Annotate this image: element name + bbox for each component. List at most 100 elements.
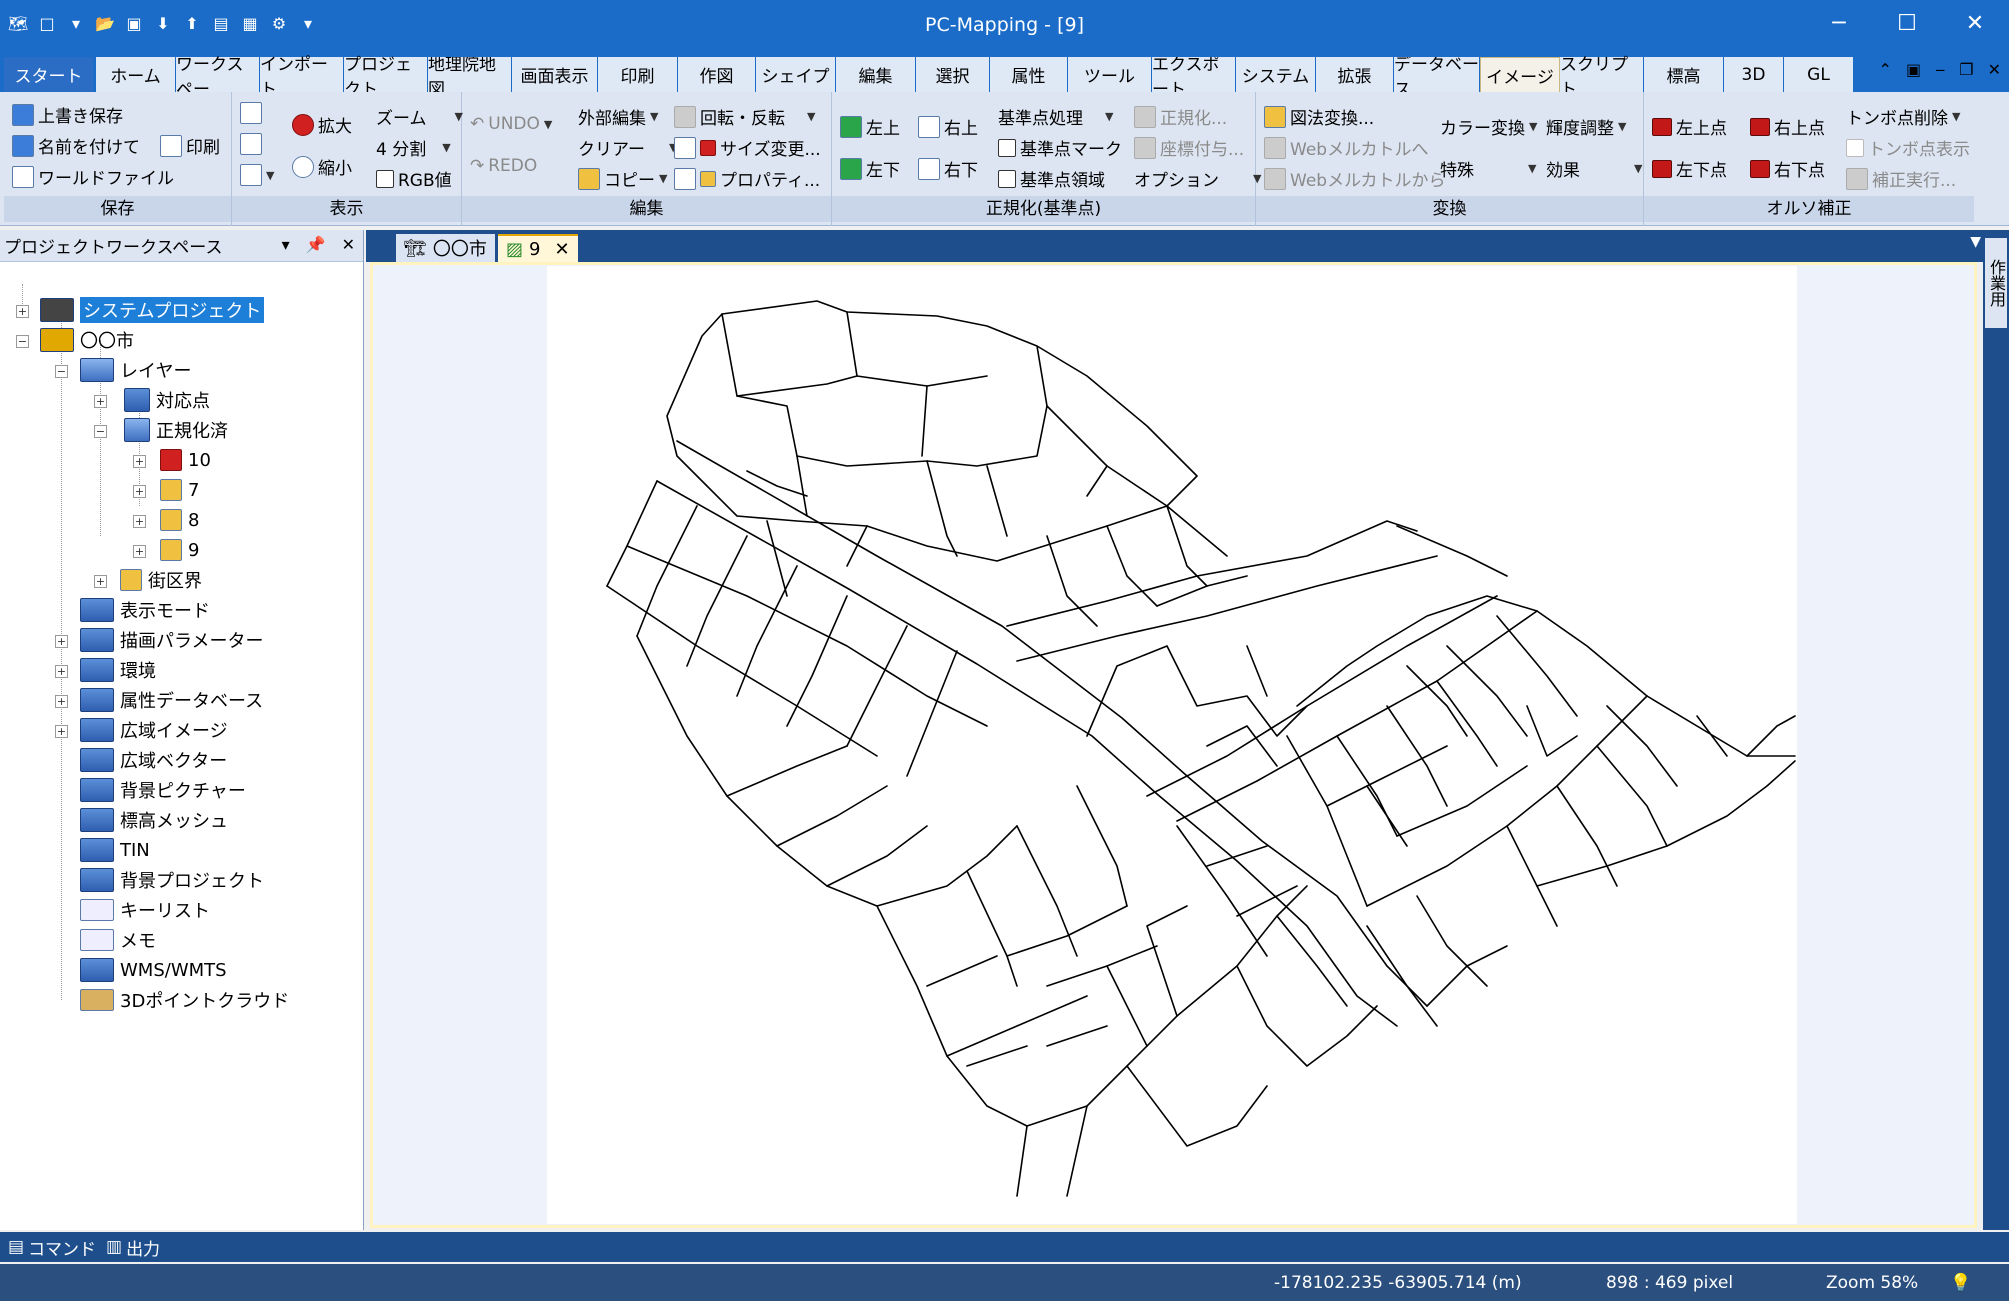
effect-dropdown[interactable]: 効果 ▼ xyxy=(1546,156,1642,181)
run-correction-button[interactable]: 補正実行... xyxy=(1846,166,1956,191)
panel-menu-icon[interactable]: ▾ xyxy=(282,235,290,254)
rotate-flip-dropdown[interactable]: 回転・反転 ▼ xyxy=(674,104,815,129)
bottom-left-button[interactable]: 左下 xyxy=(840,156,900,181)
tab-list-icon[interactable]: ▼ xyxy=(1970,234,1981,250)
overwrite-save-button[interactable]: 上書き保存 xyxy=(12,102,123,127)
tree-item-normalized[interactable]: 正規化済 xyxy=(124,416,228,444)
external-edit-dropdown[interactable]: 外部編集 ▼ xyxy=(578,104,658,129)
tree-item-environment[interactable]: 環境 xyxy=(80,656,156,684)
tree-item-system-project[interactable]: システムプロジェクト xyxy=(40,296,265,324)
tab-screen-display[interactable]: 画面表示 xyxy=(512,57,598,92)
tab-select[interactable]: 選択 xyxy=(916,57,990,92)
tab-import[interactable]: インポート xyxy=(260,55,344,100)
tree-item-correspondence[interactable]: 対応点 xyxy=(124,386,210,414)
bottom-right-button[interactable]: 右下 xyxy=(918,156,978,181)
tab-print[interactable]: 印刷 xyxy=(598,57,678,92)
copy-dropdown[interactable]: コピー ▼ xyxy=(578,166,667,191)
delete-tonbo-dropdown[interactable]: トンボ点削除 ▼ xyxy=(1846,104,1960,129)
tree-item-layer[interactable]: レイヤー xyxy=(80,356,191,384)
tab-elevation[interactable]: 標高 xyxy=(1644,57,1724,92)
work-area-tab[interactable]: 作業用 xyxy=(1985,238,2007,328)
world-file-button[interactable]: ワールドファイル xyxy=(12,164,174,189)
brightness-dropdown[interactable]: 輝度調整 ▼ xyxy=(1546,114,1626,139)
ref-mark-checkbox[interactable]: 基準点マーク xyxy=(998,135,1122,160)
tree-item-city[interactable]: 〇〇市 xyxy=(40,326,134,354)
tab-export[interactable]: エクスポート xyxy=(1152,57,1236,92)
pin-icon[interactable]: 📌 xyxy=(306,235,326,254)
tree-item-layer-7[interactable]: 7 xyxy=(160,476,199,504)
tab-command[interactable]: ▤ コマンド xyxy=(8,1234,96,1260)
from-web-mercator-button[interactable]: Webメルカトルから xyxy=(1264,166,1446,191)
tree-item-wms-wmts[interactable]: WMS/WMTS xyxy=(80,956,227,984)
help-icon[interactable]: ▣ xyxy=(1906,60,1921,79)
normalize-button[interactable]: 正規化... xyxy=(1134,104,1227,129)
top-left-button[interactable]: 左上 xyxy=(840,114,900,139)
doc-tab-9[interactable]: ▨ 9 ✕ xyxy=(498,234,578,262)
tab-output[interactable]: ▥ 出力 xyxy=(106,1234,160,1260)
view-menu-button[interactable]: ▼ xyxy=(240,164,274,186)
top-right-point-button[interactable]: 右上点 xyxy=(1750,114,1825,139)
zoom-out-button[interactable]: 縮小 xyxy=(292,154,352,179)
panel-close-icon[interactable]: ✕ xyxy=(342,235,355,254)
tree-item-memo[interactable]: メモ xyxy=(80,926,156,954)
bottom-left-point-button[interactable]: 左下点 xyxy=(1652,156,1727,181)
close-button[interactable]: ✕ xyxy=(1941,0,2009,46)
print-button[interactable]: 印刷 xyxy=(160,133,220,158)
doc-restore-icon[interactable]: ❐ xyxy=(1959,60,1973,79)
tree-item-elevation-mesh[interactable]: 標高メッシュ xyxy=(80,806,228,834)
tab-home[interactable]: ホーム xyxy=(96,57,176,92)
coord-assign-button[interactable]: 座標付与... xyxy=(1134,135,1244,160)
save-as-button[interactable]: 名前を付けて xyxy=(12,133,140,158)
tree-item-draw-params[interactable]: 描画パラメーター xyxy=(80,626,263,654)
collapse-ribbon-icon[interactable]: ⌃ xyxy=(1879,60,1892,79)
rgb-value-checkbox[interactable]: RGB値 xyxy=(376,166,452,191)
tree-item-key-list[interactable]: キーリスト xyxy=(80,896,210,924)
ref-area-checkbox[interactable]: 基準点領域 xyxy=(998,166,1105,191)
tab-close-icon[interactable]: ✕ xyxy=(554,239,569,260)
projection-button[interactable]: 図法変換... xyxy=(1264,104,1374,129)
tree-item-attribute-db[interactable]: 属性データベース xyxy=(80,686,263,714)
top-left-point-button[interactable]: 左上点 xyxy=(1652,114,1727,139)
color-convert-dropdown[interactable]: カラー変換 ▼ xyxy=(1440,114,1537,139)
tab-start[interactable]: スタート xyxy=(4,57,94,92)
tab-extension[interactable]: 拡張 xyxy=(1316,57,1394,92)
zoom-dropdown[interactable]: ズーム ▼ xyxy=(376,104,463,129)
bottom-right-point-button[interactable]: 右下点 xyxy=(1750,156,1825,181)
tab-3d[interactable]: 3D xyxy=(1724,57,1784,92)
maximize-button[interactable]: ☐ xyxy=(1873,0,1941,46)
tree-item-wide-vector[interactable]: 広域ベクター xyxy=(80,746,227,774)
clear-dropdown[interactable]: クリアー▼ xyxy=(578,135,677,160)
tree-item-bg-picture[interactable]: 背景ピクチャー xyxy=(80,776,246,804)
split-dropdown[interactable]: 4 分割 ▼ xyxy=(376,135,451,160)
lightbulb-icon[interactable]: 💡 xyxy=(1950,1273,1971,1293)
tab-database[interactable]: データベース xyxy=(1394,57,1480,92)
tab-tools[interactable]: ツール xyxy=(1068,57,1152,92)
zoom-in-button[interactable]: 拡大 xyxy=(292,112,352,137)
ref-processing-dropdown[interactable]: 基準点処理 ▼ xyxy=(998,104,1113,129)
tree-item-block-boundary[interactable]: 街区界 xyxy=(120,566,202,594)
top-right-button[interactable]: 右上 xyxy=(918,114,978,139)
tab-drawing[interactable]: 作図 xyxy=(678,57,756,92)
special-dropdown[interactable]: 特殊 ▼ xyxy=(1440,156,1536,181)
property-button[interactable]: プロパティ... xyxy=(674,166,820,191)
tree-item-layer-10[interactable]: 10 xyxy=(160,446,211,474)
tab-script[interactable]: スクリプト xyxy=(1560,55,1644,100)
redo-button[interactable]: ↷ REDO xyxy=(470,156,537,176)
tab-attribute[interactable]: 属性 xyxy=(990,57,1068,92)
tab-workspace[interactable]: ワークスペー xyxy=(176,55,260,100)
doc-minimize-icon[interactable]: ‒ xyxy=(1935,60,1945,79)
tab-system[interactable]: システム xyxy=(1236,57,1316,92)
tree-item-display-mode[interactable]: 表示モード xyxy=(80,596,210,624)
tree-item-wide-image[interactable]: 広域イメージ xyxy=(80,716,228,744)
minimize-button[interactable]: ─ xyxy=(1805,0,1873,46)
tab-edit[interactable]: 編集 xyxy=(836,57,916,92)
show-tonbo-checkbox[interactable]: トンボ点表示 xyxy=(1846,135,1970,160)
tab-gl[interactable]: GL xyxy=(1784,57,1854,92)
resize-button[interactable]: サイズ変更... xyxy=(674,135,821,160)
tree-item-layer-9[interactable]: 9 xyxy=(160,536,199,564)
tree-item-bg-project[interactable]: 背景プロジェクト xyxy=(80,866,264,894)
doc-close-icon[interactable]: ✕ xyxy=(1988,60,2001,79)
actual-size-button[interactable] xyxy=(240,133,262,155)
tree-item-3d-point-cloud[interactable]: 3Dポイントクラウド xyxy=(80,986,289,1014)
option-dropdown[interactable]: オプション ▼ xyxy=(1134,166,1261,191)
